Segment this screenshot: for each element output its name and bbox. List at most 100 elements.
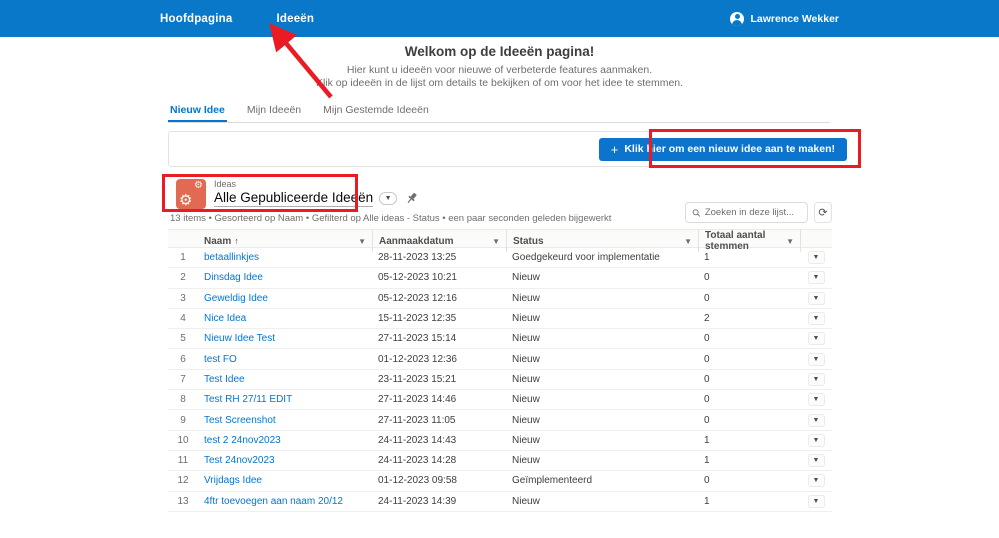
- row-actions-dropdown[interactable]: ▼: [808, 393, 825, 406]
- header-naam[interactable]: Naam ↑ ▼: [198, 230, 372, 252]
- search-input[interactable]: [705, 207, 801, 218]
- row-number: 9: [168, 415, 198, 426]
- header-status-label: Status: [513, 236, 544, 247]
- idea-date-cell: 23-11-2023 15:21: [372, 374, 506, 385]
- idea-votes-cell: 0: [698, 354, 800, 365]
- table-row: 7 Test Idee 23-11-2023 15:21 Nieuw 0 ▼: [168, 370, 832, 390]
- idea-name-link[interactable]: Geweldig Idee: [204, 293, 268, 304]
- header-stemmen[interactable]: Totaal aantal stemmen ▼: [698, 230, 800, 252]
- object-label: Ideas: [214, 179, 419, 190]
- idea-votes-cell: 0: [698, 333, 800, 344]
- chevron-down-icon[interactable]: ▼: [684, 237, 692, 246]
- row-actions-dropdown[interactable]: ▼: [808, 292, 825, 305]
- tab-mijn-gestemde-ideeen[interactable]: Mijn Gestemde Ideeën: [321, 101, 431, 122]
- header-status[interactable]: Status ▼: [506, 230, 698, 252]
- idea-name-cell: Test Screenshot: [198, 415, 372, 426]
- idea-status-cell: Nieuw: [506, 435, 698, 446]
- idea-name-link[interactable]: Dinsdag Idee: [204, 272, 263, 283]
- refresh-button[interactable]: ⟳: [814, 202, 832, 223]
- idea-votes-cell: 0: [698, 374, 800, 385]
- idea-name-cell: Geweldig Idee: [198, 293, 372, 304]
- idea-date-cell: 27-11-2023 15:14: [372, 333, 506, 344]
- table-row: 9 Test Screenshot 27-11-2023 11:05 Nieuw…: [168, 410, 832, 430]
- header-naam-label: Naam: [204, 236, 231, 247]
- idea-name-link[interactable]: test FO: [204, 354, 237, 365]
- idea-votes-cell: 1: [698, 252, 800, 263]
- create-idea-button-label: Klik hier om een nieuw idee aan te maken…: [624, 143, 835, 155]
- idea-name-link[interactable]: 4ftr toevoegen aan naam 20/12: [204, 496, 343, 507]
- idea-name-cell: Vrijdags Idee: [198, 475, 372, 486]
- idea-date-cell: 05-12-2023 12:16: [372, 293, 506, 304]
- table-row: 3 Geweldig Idee 05-12-2023 12:16 Nieuw 0…: [168, 289, 832, 309]
- row-actions-dropdown[interactable]: ▼: [808, 353, 825, 366]
- table-row: 4 Nice Idea 15-11-2023 12:35 Nieuw 2 ▼: [168, 309, 832, 329]
- list-view-name[interactable]: Alle Gepubliceerde Ideeën: [214, 190, 373, 207]
- row-actions-dropdown[interactable]: ▼: [808, 312, 825, 325]
- idea-status-cell: Nieuw: [506, 415, 698, 426]
- row-actions-dropdown[interactable]: ▼: [808, 495, 825, 508]
- row-actions-dropdown[interactable]: ▼: [808, 434, 825, 447]
- idea-name-link[interactable]: Test Idee: [204, 374, 245, 385]
- user-menu[interactable]: Lawrence Wekker: [730, 12, 839, 26]
- idea-name-cell: Test Idee: [198, 374, 372, 385]
- idea-name-link[interactable]: Vrijdags Idee: [204, 475, 262, 486]
- table-header-row: Naam ↑ ▼ Aanmaakdatum ▼ Status ▼ Totaal …: [168, 229, 832, 248]
- table-row: 2 Dinsdag Idee 05-12-2023 10:21 Nieuw 0 …: [168, 268, 832, 288]
- idea-name-link[interactable]: Test 24nov2023: [204, 455, 275, 466]
- chevron-down-icon[interactable]: ▼: [492, 237, 500, 246]
- welcome-line-2: Klik op ideeën in de lijst om details te…: [0, 77, 999, 90]
- idea-status-cell: Nieuw: [506, 354, 698, 365]
- idea-name-link[interactable]: test 2 24nov2023: [204, 435, 281, 446]
- nav-item-hoofdpagina[interactable]: Hoofdpagina: [160, 13, 232, 25]
- idea-name-cell: Test 24nov2023: [198, 455, 372, 466]
- idea-name-link[interactable]: Test Screenshot: [204, 415, 276, 426]
- idea-votes-cell: 2: [698, 313, 800, 324]
- nav-item-ideeen[interactable]: Ideeën: [276, 13, 314, 25]
- row-number: 3: [168, 293, 198, 304]
- row-actions-dropdown[interactable]: ▼: [808, 454, 825, 467]
- idea-date-cell: 05-12-2023 10:21: [372, 272, 506, 283]
- idea-votes-cell: 1: [698, 455, 800, 466]
- row-number: 8: [168, 394, 198, 405]
- header-actions: [800, 230, 832, 252]
- plus-icon: +: [611, 143, 619, 156]
- header-rownum: [168, 230, 198, 252]
- chevron-down-icon[interactable]: ▼: [358, 237, 366, 246]
- user-name: Lawrence Wekker: [750, 13, 839, 25]
- row-actions-dropdown[interactable]: ▼: [808, 414, 825, 427]
- idea-name-link[interactable]: Test RH 27/11 EDIT: [204, 394, 292, 405]
- idea-date-cell: 28-11-2023 13:25: [372, 252, 506, 263]
- table-row: 10 test 2 24nov2023 24-11-2023 14:43 Nie…: [168, 431, 832, 451]
- idea-name-link[interactable]: Nieuw Idee Test: [204, 333, 275, 344]
- idea-name-link[interactable]: Nice Idea: [204, 313, 246, 324]
- idea-date-cell: 24-11-2023 14:28: [372, 455, 506, 466]
- row-actions-dropdown[interactable]: ▼: [808, 474, 825, 487]
- row-number: 4: [168, 313, 198, 324]
- tab-mijn-ideeen[interactable]: Mijn Ideeën: [245, 101, 303, 122]
- header-aanmaakdatum[interactable]: Aanmaakdatum ▼: [372, 230, 506, 252]
- row-actions-dropdown[interactable]: ▼: [808, 251, 825, 264]
- idea-name-link[interactable]: betaallinkjes: [204, 252, 259, 263]
- pin-icon[interactable]: [403, 191, 419, 207]
- list-view-header: ⚙ ⚙ Ideas Alle Gepubliceerde Ideeën ▼: [176, 179, 419, 209]
- row-number: 1: [168, 252, 198, 263]
- row-number: 6: [168, 354, 198, 365]
- header-aanmaakdatum-label: Aanmaakdatum: [379, 236, 453, 247]
- list-view-selector-dropdown[interactable]: ▼: [379, 192, 397, 205]
- ideas-table: Naam ↑ ▼ Aanmaakdatum ▼ Status ▼ Totaal …: [168, 229, 832, 512]
- idea-status-cell: Nieuw: [506, 293, 698, 304]
- user-avatar-icon: [730, 12, 744, 26]
- tab-nieuw-idee[interactable]: Nieuw Idee: [168, 101, 227, 122]
- table-row: 8 Test RH 27/11 EDIT 27-11-2023 14:46 Ni…: [168, 390, 832, 410]
- row-actions-dropdown[interactable]: ▼: [808, 332, 825, 345]
- idea-status-cell: Geïmplementeerd: [506, 475, 698, 486]
- row-number: 10: [168, 435, 198, 446]
- create-idea-panel: + Klik hier om een nieuw idee aan te mak…: [168, 131, 860, 167]
- idea-date-cell: 01-12-2023 12:36: [372, 354, 506, 365]
- create-idea-button[interactable]: + Klik hier om een nieuw idee aan te mak…: [599, 138, 847, 161]
- row-actions-dropdown[interactable]: ▼: [808, 271, 825, 284]
- tab-bar: Nieuw Idee Mijn Ideeën Mijn Gestemde Ide…: [168, 101, 830, 123]
- search-icon: [692, 208, 701, 218]
- chevron-down-icon[interactable]: ▼: [786, 237, 794, 246]
- row-actions-dropdown[interactable]: ▼: [808, 373, 825, 386]
